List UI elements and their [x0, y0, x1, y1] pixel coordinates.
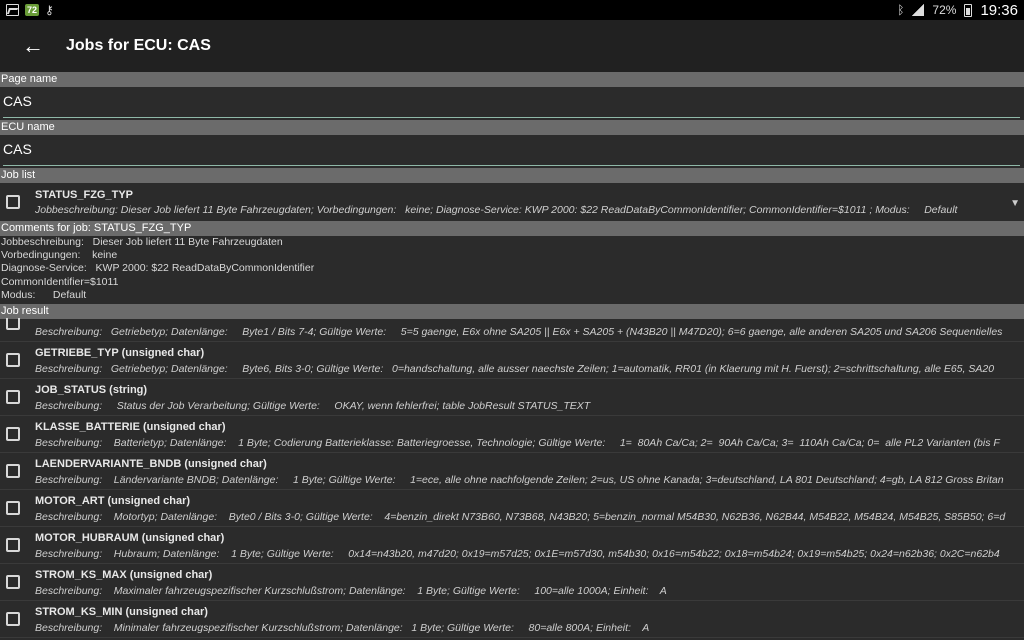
job-list-spinner[interactable]: STATUS_FZG_TYP Jobbeschreibung: Dieser J…	[0, 185, 1024, 222]
result-checkbox[interactable]	[6, 464, 20, 478]
comments-label: Comments for job: STATUS_FZG_TYP	[0, 221, 1024, 236]
page-name-field[interactable]: CAS	[0, 87, 1024, 120]
result-checkbox[interactable]	[6, 501, 20, 515]
result-row[interactable]: STROM_KS_MIN (unsigned char) Beschreibun…	[0, 601, 1024, 638]
result-row[interactable]: MOTOR_HUBRAUM (unsigned char) Beschreibu…	[0, 527, 1024, 564]
comment-line: Jobbeschreibung: Dieser Job liefert 11 B…	[1, 236, 283, 248]
battery-percent: 72%	[932, 3, 957, 17]
result-title: STROM_KS_MIN (unsigned char)	[35, 606, 208, 618]
result-row[interactable]: Beschreibung: Getriebetyp; Datenlänge: B…	[0, 318, 1024, 342]
page-name-value: CAS	[3, 93, 32, 109]
result-description: Beschreibung: Maximaler fahrzeugspezifis…	[35, 585, 667, 597]
result-title: MOTOR_HUBRAUM (unsigned char)	[35, 532, 225, 544]
job-description: Jobbeschreibung: Dieser Job liefert 11 B…	[35, 204, 958, 216]
result-checkbox[interactable]	[6, 390, 20, 404]
result-title: JOB_STATUS (string)	[35, 384, 148, 396]
result-row[interactable]: JOB_STATUS (string) Beschreibung: Status…	[0, 379, 1024, 416]
battery-icon	[964, 3, 973, 17]
result-checkbox[interactable]	[6, 318, 20, 330]
result-row[interactable]: LAENDERVARIANTE_BNDB (unsigned char) Bes…	[0, 453, 1024, 490]
comments-panel: Jobbeschreibung: Dieser Job liefert 11 B…	[0, 236, 1024, 304]
result-row[interactable]: STROM_KS_MAX (unsigned char) Beschreibun…	[0, 564, 1024, 601]
result-row[interactable]: MOTOR_ART (unsigned char) Beschreibung: …	[0, 490, 1024, 527]
status-bar: 72 ⚷ ᛒ 72% 19:36	[0, 0, 1024, 20]
page-name-underline	[3, 117, 1020, 118]
back-arrow-icon[interactable]: ←	[0, 20, 66, 72]
comment-line: Diagnose-Service: KWP 2000: $22 ReadData…	[1, 262, 315, 275]
job-checkbox[interactable]	[6, 195, 20, 209]
result-description: Beschreibung: Ländervariante BNDB; Daten…	[35, 474, 1004, 486]
result-description: Beschreibung: Getriebetyp; Datenlänge: B…	[35, 363, 995, 375]
dropdown-arrow-icon[interactable]: ▼	[1010, 198, 1020, 209]
result-row[interactable]: KLASSE_BATTERIE (unsigned char) Beschrei…	[0, 416, 1024, 453]
result-title: STROM_KS_MAX (unsigned char)	[35, 569, 213, 581]
ecu-name-value: CAS	[3, 141, 32, 157]
notification-badge: 72	[25, 4, 40, 16]
comment-line: CommonIdentifier=$1011	[1, 275, 119, 288]
result-title: GETRIEBE_TYP (unsigned char)	[35, 347, 205, 359]
result-description: Beschreibung: Hubraum; Datenlänge: 1 Byt…	[35, 548, 1000, 560]
result-checkbox[interactable]	[6, 612, 20, 626]
comment-line: Vorbedingungen: keine	[1, 249, 118, 262]
job-list-label: Job list	[0, 168, 1024, 183]
result-title: KLASSE_BATTERIE (unsigned char)	[35, 421, 226, 433]
status-bar-right: ᛒ 72% 19:36	[897, 2, 1018, 19]
result-description: Beschreibung: Batterietyp; Datenlänge: 1…	[35, 437, 1000, 449]
result-title: LAENDERVARIANTE_BNDB (unsigned char)	[35, 458, 267, 470]
result-checkbox[interactable]	[6, 538, 20, 552]
result-description: Beschreibung: Status der Job Verarbeitun…	[35, 400, 591, 412]
result-checkbox[interactable]	[6, 427, 20, 441]
comment-line: Modus: Default	[1, 288, 87, 301]
result-description: Beschreibung: Motortyp; Datenlänge: Byte…	[35, 511, 1006, 523]
job-result-list[interactable]: Beschreibung: Getriebetyp; Datenlänge: B…	[0, 318, 1024, 640]
result-description: Beschreibung: Getriebetyp; Datenlänge: B…	[35, 326, 1003, 338]
page-name-label: Page name	[0, 72, 1024, 87]
app-bar: ← Jobs for ECU: CAS	[0, 20, 1024, 72]
result-description: Beschreibung: Minimaler fahrzeugspezifis…	[35, 622, 650, 634]
ecu-name-field[interactable]: CAS	[0, 135, 1024, 168]
ecu-name-label: ECU name	[0, 120, 1024, 135]
gallery-icon	[6, 4, 19, 16]
bluetooth-icon: ᛒ	[897, 3, 905, 17]
result-checkbox[interactable]	[6, 353, 20, 367]
status-bar-left: 72 ⚷	[6, 3, 54, 17]
result-title: MOTOR_ART (unsigned char)	[35, 495, 191, 507]
job-title: STATUS_FZG_TYP	[35, 189, 133, 201]
result-row[interactable]: GETRIEBE_TYP (unsigned char) Beschreibun…	[0, 342, 1024, 379]
signal-icon	[912, 4, 925, 16]
ecu-name-underline	[3, 165, 1020, 166]
key-icon: ⚷	[45, 3, 54, 17]
clock: 19:36	[980, 1, 1018, 19]
job-result-label: Job result	[0, 304, 1024, 319]
result-checkbox[interactable]	[6, 575, 20, 589]
page-title: Jobs for ECU: CAS	[66, 37, 211, 54]
